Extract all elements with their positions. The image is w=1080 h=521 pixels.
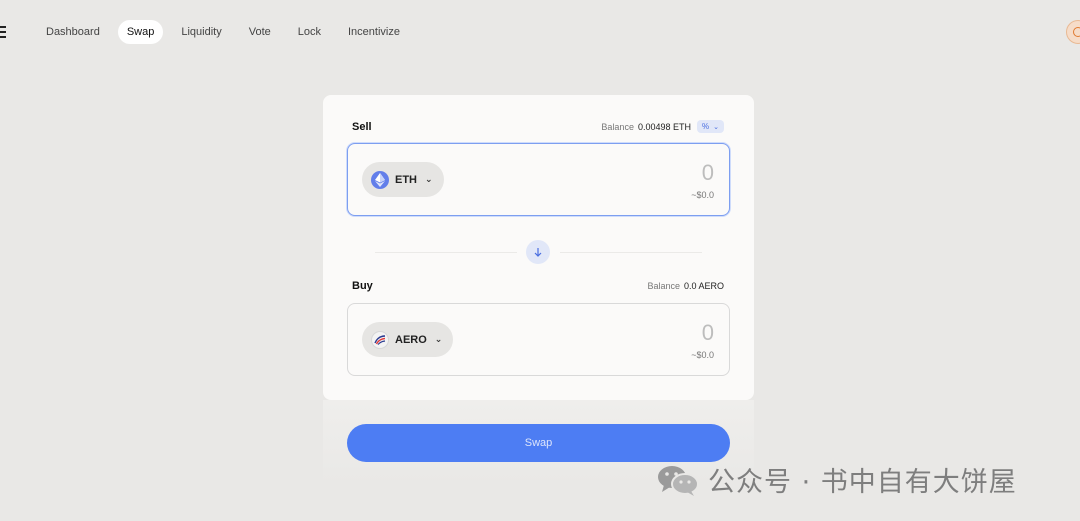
swap-card: Sell Balance 0.00498 ETH % ⌄ ETH ⌄ 0 ~$0… (323, 95, 754, 400)
watermark: 公众号 · 书中自有大饼屋 (656, 460, 1017, 499)
chevron-down-icon: ⌄ (434, 334, 443, 344)
buy-token-box[interactable]: AERO ⌄ 0 ~$0.0 (347, 303, 730, 376)
chevron-down-icon: ⌄ (713, 123, 719, 131)
nav-item-vote[interactable]: Vote (240, 20, 280, 44)
wechat-icon (656, 463, 700, 497)
chevron-down-icon: ⌄ (425, 174, 433, 184)
sell-token-box[interactable]: ETH ⌄ 0 ~$0.0 (347, 143, 730, 216)
buy-title: Buy (352, 280, 373, 292)
buy-balance: Balance 0.0 AERO (647, 281, 724, 291)
sell-amount-input[interactable]: 0 (702, 160, 714, 186)
buy-balance-value: 0.0 AERO (683, 281, 724, 291)
aero-icon (371, 330, 389, 349)
nav-item-swap[interactable]: Swap (117, 20, 164, 44)
wallet-avatar-icon[interactable] (1066, 20, 1080, 44)
nav-item-incentivize[interactable]: Incentivize (339, 20, 409, 44)
buy-header: Buy Balance 0.0 AERO (352, 280, 724, 292)
percent-label: % (702, 122, 710, 131)
buy-token-symbol: AERO (395, 333, 427, 346)
buy-token-selector[interactable]: AERO ⌄ (362, 322, 454, 357)
sell-token-selector[interactable]: ETH ⌄ (362, 162, 444, 197)
watermark-text: 公众号 · 书中自有大饼屋 (708, 467, 1017, 498)
nav-item-dashboard[interactable]: Dashboard (37, 20, 109, 44)
nav-item-liquidity[interactable]: Liquidity (172, 20, 230, 44)
buy-usd-value: ~$0.0 (691, 350, 714, 360)
sell-usd-value: ~$0.0 (691, 190, 714, 200)
main-nav: Dashboard Swap Liquidity Vote Lock Incen… (37, 20, 418, 44)
sell-balance: Balance 0.00498 ETH % ⌄ (601, 120, 724, 133)
buy-balance-label: Balance (647, 281, 680, 291)
percent-dropdown-button[interactable]: % ⌄ (697, 120, 724, 133)
buy-amount-input[interactable]: 0 (702, 320, 714, 346)
divider-right (560, 252, 702, 253)
sell-title: Sell (352, 120, 372, 133)
sell-balance-label: Balance (601, 121, 634, 132)
swap-button[interactable]: Swap (347, 424, 730, 462)
sell-header: Sell Balance 0.00498 ETH % ⌄ (352, 120, 724, 133)
nav-item-lock[interactable]: Lock (289, 20, 330, 44)
arrow-down-icon[interactable] (526, 240, 550, 264)
divider-left (375, 252, 517, 253)
ethereum-icon (371, 170, 389, 189)
sell-token-symbol: ETH (395, 173, 417, 186)
sell-balance-value[interactable]: 0.00498 ETH (638, 122, 691, 132)
hamburger-menu-icon[interactable] (0, 26, 6, 38)
